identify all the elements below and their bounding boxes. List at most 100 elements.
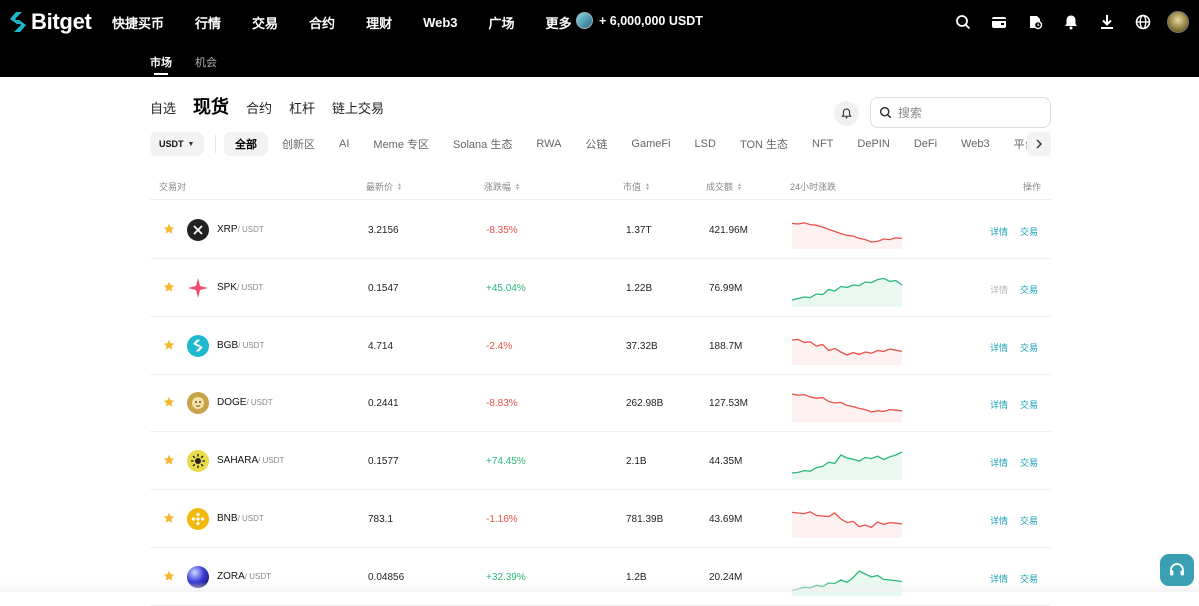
subtab-opportunity[interactable]: 机会 [195,54,217,70]
favorite-star-icon[interactable] [163,339,175,351]
table-row[interactable]: SPK/ USDT 0.1547 +45.04% 1.22B 76.99M 详情 交易 [150,259,1051,317]
header-volume[interactable]: 成交额 ▲ ▼ [706,180,742,193]
table-row[interactable]: DOGE/ USDT 0.2441 -8.83% 262.98B 127.53M 详情 交易 [150,374,1051,433]
market-cap: 37.32B [626,340,658,352]
category-tab-0[interactable]: 自选 [150,98,176,117]
detail-link[interactable]: 详情 [990,283,1008,296]
sparkline-area [792,511,902,538]
wallet-icon[interactable] [981,0,1017,44]
favorite-star-icon[interactable] [163,454,175,466]
detail-link[interactable]: 详情 [990,225,1008,238]
detail-link[interactable]: 详情 [990,456,1008,469]
filter-chip-8[interactable]: LSD [695,132,716,156]
last-price: 0.1547 [368,282,399,294]
nav-item-5[interactable]: Web3 [423,15,457,30]
nav-item-4[interactable]: 理财 [366,13,392,32]
trade-link[interactable]: 交易 [1020,514,1038,527]
filter-chip-10[interactable]: NFT [812,132,833,156]
headset-icon [1170,563,1184,576]
trading-pair[interactable]: ZORA/ USDT [217,571,271,582]
favorite-star-icon[interactable] [163,223,175,235]
filter-chip-1[interactable]: 创新区 [282,132,315,156]
detail-link[interactable]: 详情 [990,341,1008,354]
trading-pair[interactable]: SAHARA/ USDT [217,455,284,466]
nav-item-7[interactable]: 更多 [546,13,572,32]
globe-icon[interactable] [1125,0,1161,44]
detail-link[interactable]: 详情 [990,514,1008,527]
bell-icon[interactable] [1053,0,1089,44]
table-row[interactable]: BGB/ USDT 4.714 -2.4% 37.32B 188.7M 详情 交易 [150,317,1051,375]
quote-asset: / USDT [237,514,264,523]
download-icon[interactable] [1089,0,1125,44]
history-icon[interactable] [1017,0,1053,44]
nav-item-3[interactable]: 合约 [309,13,335,32]
table-row[interactable]: XRP/ USDT 3.2156 -8.35% 1.37T 421.96M 详情 交易 [150,201,1051,259]
filter-chip-3[interactable]: Meme 专区 [373,132,429,156]
trading-pair[interactable]: XRP/ USDT [217,224,264,235]
header-pair: 交易对 [159,182,187,192]
chevron-right-icon [1036,139,1042,149]
filter-chip-13[interactable]: Web3 [961,132,990,156]
category-tab-2[interactable]: 合约 [246,98,272,117]
filter-chip-0[interactable]: 全部 [224,132,268,156]
customer-support-button[interactable] [1160,554,1194,586]
table-row[interactable]: ZORA/ USDT 0.04856 +32.39% 1.2B 20.24M 详情 交易 [150,548,1051,606]
header-price[interactable]: 最新价 ▲ ▼ [366,180,402,193]
filter-chip-4[interactable]: Solana 生态 [453,132,512,156]
table-row[interactable]: BNB/ USDT 783.1 -1.16% 781.39B 43.69M 详情 交易 [150,490,1051,548]
sparkline-chart [791,338,903,365]
filter-chip-12[interactable]: DeFi [914,132,937,156]
trade-link[interactable]: 交易 [1020,283,1038,296]
avatar[interactable] [1167,11,1189,33]
favorite-star-icon[interactable] [163,570,175,582]
base-asset: DOGE [217,397,247,409]
trading-pair[interactable]: DOGE/ USDT [217,397,273,408]
category-tab-3[interactable]: 杠杆 [289,98,315,117]
nav-item-1[interactable]: 行情 [195,13,221,32]
filter-chip-6[interactable]: 公链 [585,132,607,156]
nav-item-6[interactable]: 广场 [489,13,515,32]
trade-link[interactable]: 交易 [1020,456,1038,469]
favorite-star-icon[interactable] [163,512,175,524]
price-alert-button[interactable] [834,101,859,126]
nav-item-0[interactable]: 快捷买币 [112,13,164,32]
change-percent: -8.35% [486,225,518,236]
header-change[interactable]: 涨跌幅 ▲ ▼ [484,180,520,193]
main-nav: 快捷买币 行情 交易 合约 理财 Web3 广场 更多 [112,0,603,44]
category-tab-1[interactable]: 现货 [193,93,229,119]
search-icon [879,106,892,119]
nav-item-2[interactable]: 交易 [252,13,278,32]
search-icon[interactable] [945,0,981,44]
favorite-star-icon[interactable] [163,281,175,293]
sparkline-chart [791,277,903,307]
search-input[interactable] [898,105,1038,120]
sparkline-area [792,394,902,423]
bitget-logo[interactable]: Bitget [8,9,92,35]
base-asset: BGB [217,339,239,351]
category-tab-4[interactable]: 链上交易 [332,98,384,117]
favorite-star-icon[interactable] [163,396,175,408]
filter-chip-5[interactable]: RWA [536,132,561,156]
trading-pair[interactable]: BNB/ USDT [217,513,264,524]
trading-pair[interactable]: SPK/ USDT [217,282,263,293]
header-market-cap[interactable]: 市值 ▲ ▼ [623,180,650,193]
filter-chip-9[interactable]: TON 生态 [740,132,788,156]
trading-pair[interactable]: BGB/ USDT [217,340,264,351]
detail-link[interactable]: 详情 [990,398,1008,411]
base-asset: SAHARA [217,455,259,467]
trade-link[interactable]: 交易 [1020,225,1038,238]
quote-currency-select[interactable]: USDT ▼ [150,132,204,156]
last-price: 4.714 [368,340,394,352]
table-row[interactable]: SAHARA/ USDT 0.1577 +74.45% 2.1B 44.35M 详情 交易 [150,432,1051,491]
base-asset: BNB [217,513,238,524]
promo-banner[interactable]: + 6,000,000 USDT [576,12,703,29]
filters-scroll-right-button[interactable] [1027,132,1051,156]
filter-chip-7[interactable]: GameFi [631,132,670,156]
filter-chip-11[interactable]: DePIN [857,132,889,156]
market-category-tabs: 自选 现货 合约 杠杆 链上交易 [150,93,401,119]
filter-chip-2[interactable]: AI [339,132,349,156]
trade-link[interactable]: 交易 [1020,341,1038,354]
subtab-market[interactable]: 市场 [150,54,172,75]
promo-badge-icon [576,12,593,29]
trade-link[interactable]: 交易 [1020,398,1038,411]
